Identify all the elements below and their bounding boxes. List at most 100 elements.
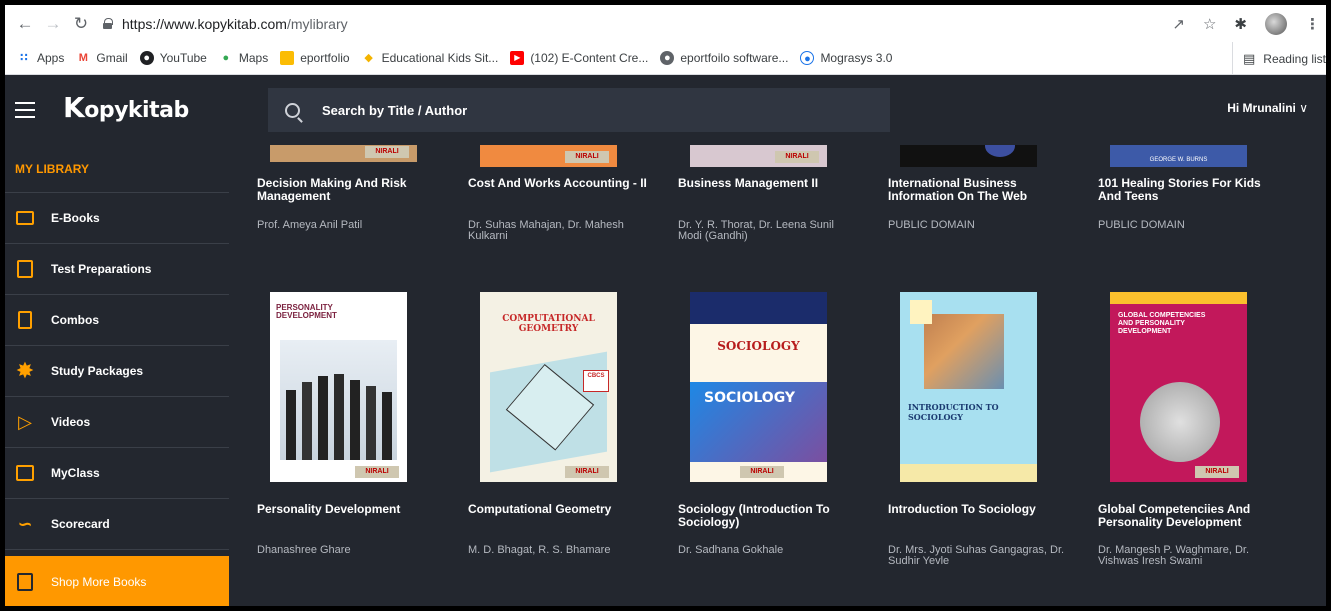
book-cover[interactable]: NIRALI — [270, 145, 417, 162]
cover-photo: SOCIOLOGY — [690, 382, 827, 462]
publisher-badge: NIRALI — [565, 466, 609, 478]
book-title[interactable]: Computational Geometry — [468, 503, 648, 516]
folder-icon — [280, 51, 295, 65]
profile-avatar[interactable] — [1265, 12, 1287, 35]
book-author: Dr. Mangesh P. Waghmare, Dr. Vishwas Ire… — [1098, 544, 1250, 567]
book-title[interactable]: Introduction To Sociology — [888, 503, 1068, 516]
sidebar-item-label: MyClass — [51, 466, 100, 480]
address-bar: ← → ↻ https://www.kopykitab.com/mylibrar… — [5, 5, 1326, 42]
kids-icon: ◆ — [364, 52, 373, 64]
book-icon — [15, 572, 35, 592]
bookmark-star-icon[interactable]: ☆ — [1203, 15, 1216, 33]
sidebar-item-scorecard[interactable]: ∽ Scorecard — [5, 499, 229, 550]
book-author: PUBLIC DOMAIN — [1098, 219, 1185, 231]
bookmark-label: eportfoilo software... — [680, 51, 789, 65]
sidebar-item-videos[interactable]: ▷ Videos — [5, 397, 229, 448]
book-title[interactable]: International Business Information On Th… — [888, 177, 1068, 203]
bookmark-apps[interactable]: ∷ Apps — [17, 51, 64, 65]
maps-icon: ● — [222, 52, 230, 64]
library-grid: NIRALI Decision Making And Risk Manageme… — [235, 145, 1326, 606]
sidebar-item-study-packages[interactable]: ✸ Study Packages — [5, 346, 229, 397]
url-field[interactable]: https://www.kopykitab.com/mylibrary — [103, 16, 348, 32]
book-cover[interactable]: INTRODUCTION TO SOCIOLOGY — [900, 292, 1037, 482]
publisher-badge: NIRALI — [365, 146, 409, 158]
mograsys-icon: ● — [800, 51, 815, 65]
bookmark-maps[interactable]: ● Maps — [219, 51, 269, 65]
shop-more-books-button[interactable]: Shop More Books — [5, 556, 229, 606]
bookmark-mograsys[interactable]: ● Mograsys 3.0 — [800, 51, 892, 65]
book-cover[interactable]: SOCIOLOGY SOCIOLOGY NIRALI — [690, 292, 827, 482]
class-icon — [15, 463, 35, 483]
kopykitab-logo[interactable]: Kopykitab — [63, 94, 189, 124]
book-author: Dhanashree Ghare — [257, 544, 351, 556]
extensions-puzzle-icon[interactable]: ✱ — [1234, 15, 1247, 33]
bookmark-label: (102) E-Content Cre... — [530, 51, 649, 65]
user-greeting[interactable]: Hi Mrunalini ∨ — [1227, 101, 1308, 115]
book-cover[interactable]: NIRALI — [690, 145, 827, 167]
book-title[interactable]: 101 Healing Stories For Kids And Teens — [1098, 177, 1278, 203]
apps-grid-icon: ∷ — [20, 52, 28, 64]
book-title[interactable]: Business Management II — [678, 177, 858, 190]
publisher-badge: NIRALI — [355, 466, 399, 478]
cover-tag — [910, 300, 932, 324]
hamburger-menu-icon[interactable] — [15, 102, 35, 118]
bookmark-econtent[interactable]: ▶ (102) E-Content Cre... — [510, 51, 648, 65]
reading-list-icon: ▤ — [1243, 50, 1256, 66]
sidebar-item-combos[interactable]: Combos — [5, 295, 229, 346]
book-cover[interactable]: GEORGE W. BURNS — [1110, 145, 1247, 167]
search-icon[interactable] — [285, 102, 300, 118]
cover-title: GLOBAL COMPETENCIES AND PERSONALITY DEVE… — [1118, 312, 1206, 335]
cover-author-text: GEORGE W. BURNS — [1149, 157, 1208, 163]
star-burst-icon: ✸ — [15, 358, 35, 383]
back-arrow-icon[interactable]: ← — [13, 14, 37, 34]
book-title[interactable]: Personality Development — [257, 503, 437, 516]
cover-title: PERSONALITY DEVELOPMENT — [276, 303, 337, 320]
bookmark-label: YouTube — [159, 51, 207, 65]
url-path: /mylibrary — [286, 15, 348, 32]
sidebar-item-ebooks[interactable]: E-Books — [5, 193, 229, 244]
sidebar-item-test-preparations[interactable]: Test Preparations — [5, 244, 229, 295]
book-author: PUBLIC DOMAIN — [888, 219, 975, 231]
book-cover[interactable]: GLOBAL COMPETENCIES AND PERSONALITY DEVE… — [1110, 292, 1247, 482]
sidebar-item-label: Test Preparations — [51, 262, 152, 276]
book-title[interactable]: Decision Making And Risk Management — [257, 177, 437, 203]
search-bar[interactable] — [268, 88, 890, 132]
bookmark-eportfolio[interactable]: eportfolio — [280, 51, 350, 65]
bookmark-label: Gmail — [96, 51, 128, 65]
bookmark-label: eportfolio — [300, 51, 350, 65]
sidebar-item-label: Study Packages — [51, 364, 144, 378]
search-input[interactable] — [322, 102, 802, 118]
greeting-text: Hi Mrunalini — [1227, 101, 1296, 115]
lock-icon — [103, 18, 113, 29]
cover-collage — [924, 314, 1004, 389]
sidebar-item-label: Videos — [51, 415, 91, 429]
bookmark-youtube[interactable]: ● YouTube — [139, 51, 207, 65]
bookmark-eportfoilo[interactable]: ● eportfoilo software... — [660, 51, 788, 65]
cover-title: SOCIOLOGY — [717, 339, 800, 353]
bookmark-label: Maps — [238, 51, 269, 65]
book-cover[interactable]: COMPUTATIONAL GEOMETRY CBCS NIRALI — [480, 292, 617, 482]
menu-dots-icon[interactable]: ⋮ — [1305, 15, 1320, 33]
book-title[interactable]: Sociology (Introduction To Sociology) — [678, 503, 858, 529]
book-title[interactable]: Cost And Works Accounting - II — [468, 177, 648, 190]
book-cover[interactable] — [900, 145, 1037, 167]
cover-title: COMPUTATIONAL GEOMETRY — [502, 314, 595, 334]
play-icon: ▷ — [18, 411, 32, 432]
book-title[interactable]: Global Competenciies And Personality Dev… — [1098, 503, 1278, 529]
cover-title: INTRODUCTION TO SOCIOLOGY — [908, 402, 999, 422]
share-icon[interactable]: ↗ — [1172, 15, 1185, 33]
logo-text: opykitab — [84, 98, 189, 123]
cbcs-tag: CBCS — [583, 370, 609, 392]
sidebar-item-myclass[interactable]: MyClass — [5, 448, 229, 499]
publisher-badge: NIRALI — [1195, 466, 1239, 478]
app-header: Kopykitab Hi Mrunalini ∨ — [5, 75, 1326, 145]
bookmark-kids[interactable]: ◆ Educational Kids Sit... — [362, 51, 498, 65]
globe-icon: ● — [660, 51, 675, 65]
chevron-down-icon: ∨ — [1299, 101, 1308, 115]
forward-arrow-icon[interactable]: → — [41, 14, 65, 34]
reading-list[interactable]: ▤ Reading list — [1232, 42, 1326, 75]
bookmark-gmail[interactable]: M Gmail — [76, 51, 128, 65]
book-cover[interactable]: PERSONALITY DEVELOPMENT NIRALI — [270, 292, 407, 482]
book-cover[interactable]: NIRALI — [480, 145, 617, 167]
reload-icon[interactable]: ↻ — [69, 14, 93, 34]
